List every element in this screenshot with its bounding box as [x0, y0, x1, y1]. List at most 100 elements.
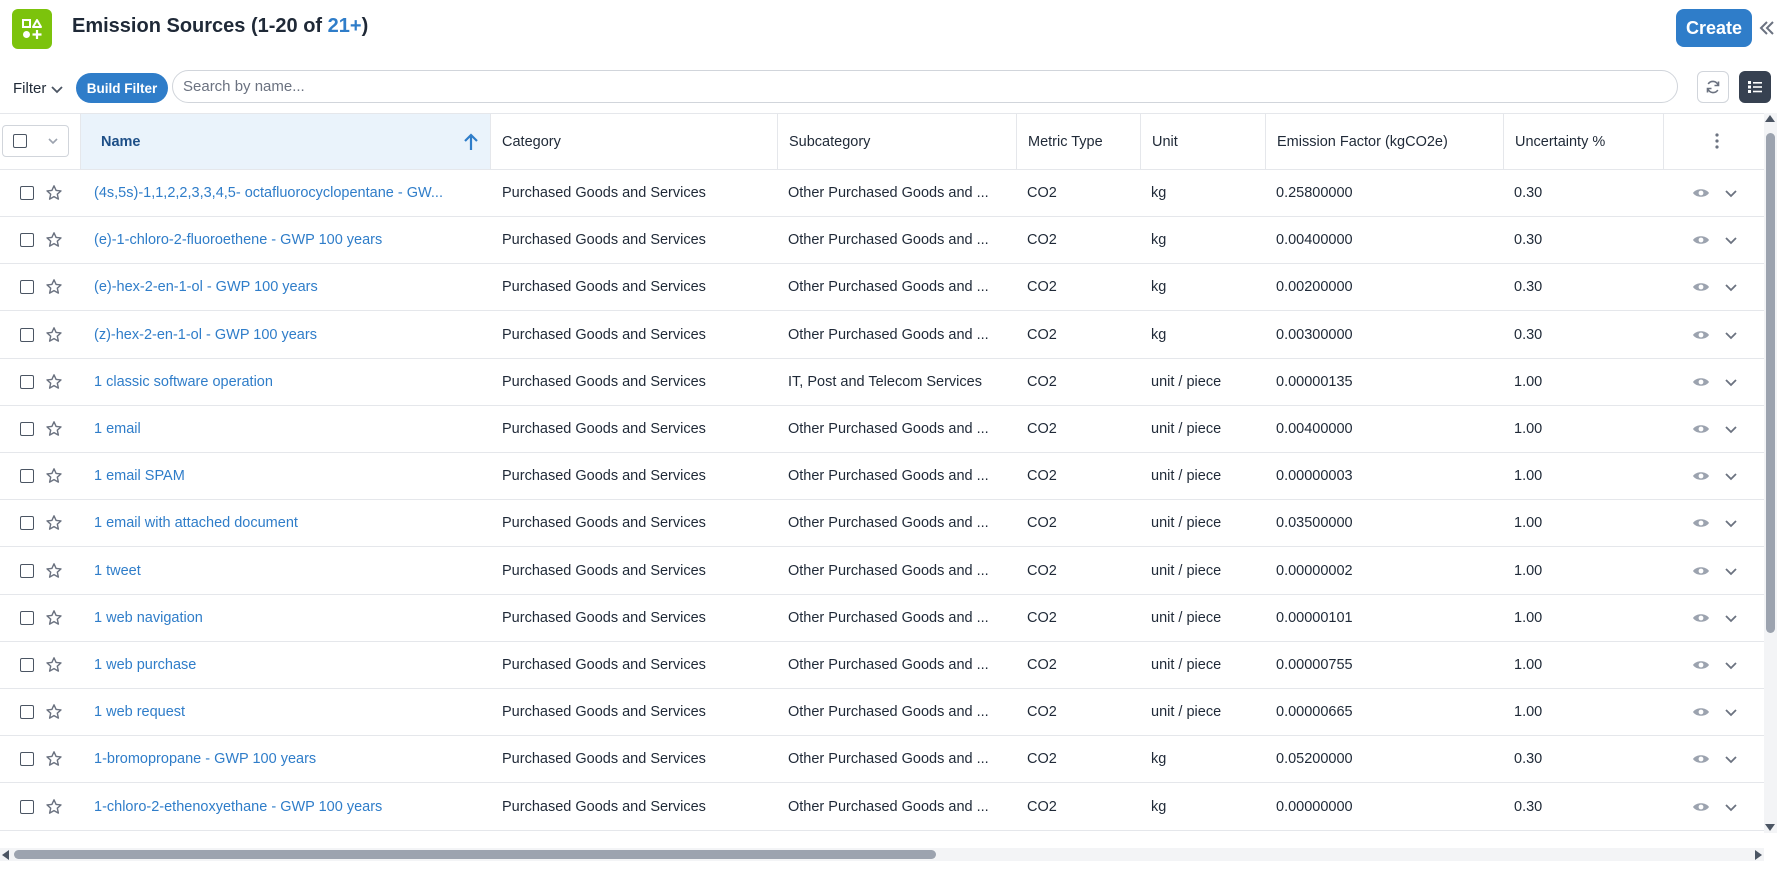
eye-icon[interactable] — [1692, 610, 1710, 626]
source-name-link[interactable]: (e)-1-chloro-2-fluoroethene - GWP 100 ye… — [94, 217, 479, 263]
source-name-link[interactable]: 1-chloro-2-ethenoxyethane - GWP 100 year… — [94, 784, 479, 830]
scroll-up-arrow[interactable] — [1765, 115, 1775, 122]
row-checkbox[interactable] — [20, 516, 34, 531]
row-checkbox[interactable] — [20, 752, 34, 767]
eye-icon[interactable] — [1692, 563, 1710, 579]
apps-grid-icon[interactable] — [12, 9, 52, 49]
star-icon[interactable] — [45, 798, 63, 816]
star-icon[interactable] — [45, 750, 63, 768]
eye-icon[interactable] — [1692, 374, 1710, 390]
row-checkbox[interactable] — [20, 327, 34, 342]
column-header-category[interactable]: Category — [491, 114, 778, 169]
star-icon[interactable] — [45, 562, 63, 580]
chevron-down-icon[interactable] — [1723, 468, 1739, 484]
chevron-down-icon[interactable] — [1723, 751, 1739, 767]
table-row[interactable]: 1 email with attached document Purchased … — [0, 500, 1764, 548]
bulk-actions-dropdown[interactable] — [37, 125, 69, 157]
row-checkbox[interactable] — [20, 374, 34, 389]
eye-icon[interactable] — [1692, 515, 1710, 531]
row-checkbox[interactable] — [20, 705, 34, 720]
table-row[interactable]: 1 tweet Purchased Goods and Services Other… — [0, 548, 1764, 595]
horizontal-scrollbar-thumb[interactable] — [14, 850, 936, 859]
refresh-button[interactable] — [1697, 71, 1729, 103]
scroll-left-arrow[interactable] — [2, 850, 9, 860]
chevron-down-icon[interactable] — [1723, 704, 1739, 720]
chevron-down-icon[interactable] — [1723, 232, 1739, 248]
vertical-scrollbar-thumb[interactable] — [1766, 133, 1775, 633]
table-row[interactable]: 1-chloro-2-ethenoxyethane - GWP 100 year… — [0, 784, 1764, 831]
star-icon[interactable] — [45, 420, 63, 438]
table-row[interactable]: (e)-1-chloro-2-fluoroethene - GWP 100 ye… — [0, 217, 1764, 265]
filter-dropdown[interactable]: Filter — [13, 80, 64, 97]
star-icon[interactable] — [45, 514, 63, 532]
star-icon[interactable] — [45, 326, 63, 344]
eye-icon[interactable] — [1692, 751, 1710, 767]
star-icon[interactable] — [45, 278, 63, 296]
star-icon[interactable] — [45, 609, 63, 627]
column-header-unit[interactable]: Unit — [1141, 114, 1266, 169]
more-vertical-icon[interactable] — [1705, 126, 1729, 156]
table-row[interactable]: 1 web request Purchased Goods and Service… — [0, 689, 1764, 737]
eye-icon[interactable] — [1692, 468, 1710, 484]
eye-icon[interactable] — [1692, 185, 1710, 201]
row-checkbox[interactable] — [20, 658, 34, 672]
eye-icon[interactable] — [1692, 704, 1710, 720]
source-name-link[interactable]: 1 web navigation — [94, 595, 479, 641]
table-row[interactable]: (e)-hex-2-en-1-ol - GWP 100 years Purchas… — [0, 264, 1764, 312]
table-row[interactable]: 1 email Purchased Goods and Services Other… — [0, 406, 1764, 453]
row-checkbox[interactable] — [20, 280, 34, 295]
chevron-down-icon[interactable] — [1723, 374, 1739, 390]
source-name-link[interactable]: 1-bromopropane - GWP 100 years — [94, 736, 479, 782]
chevron-down-icon[interactable] — [1723, 563, 1739, 579]
chevron-down-icon[interactable] — [1723, 610, 1739, 626]
row-checkbox[interactable] — [20, 563, 34, 578]
vertical-scrollbar[interactable] — [1764, 113, 1777, 833]
chevron-down-icon[interactable] — [1723, 327, 1739, 343]
column-header-emission-factor[interactable]: Emission Factor (kgCO2e) — [1266, 114, 1504, 169]
eye-icon[interactable] — [1692, 327, 1710, 343]
star-icon[interactable] — [45, 656, 63, 674]
select-all-checkbox[interactable] — [2, 125, 38, 157]
create-button[interactable]: Create — [1676, 9, 1752, 47]
column-header-metric-type[interactable]: Metric Type — [1017, 114, 1141, 169]
source-name-link[interactable]: 1 email — [94, 406, 479, 452]
build-filter-button[interactable]: Build Filter — [76, 73, 168, 103]
horizontal-scrollbar[interactable] — [0, 848, 1764, 861]
eye-icon[interactable] — [1692, 799, 1710, 815]
search-input[interactable] — [172, 70, 1678, 103]
chevron-down-icon[interactable] — [1723, 799, 1739, 815]
row-checkbox[interactable] — [20, 233, 34, 248]
eye-icon[interactable] — [1692, 279, 1710, 295]
table-row[interactable]: 1 email SPAM Purchased Goods and Services… — [0, 453, 1764, 501]
row-checkbox[interactable] — [20, 186, 34, 200]
scroll-right-arrow[interactable] — [1755, 850, 1762, 860]
sort-ascending-icon[interactable] — [462, 132, 480, 152]
star-icon[interactable] — [45, 467, 63, 485]
eye-icon[interactable] — [1692, 657, 1710, 673]
source-name-link[interactable]: 1 email with attached document — [94, 500, 479, 546]
star-icon[interactable] — [45, 373, 63, 391]
list-view-button[interactable] — [1739, 71, 1771, 103]
table-row[interactable]: 1 web purchase Purchased Goods and Servic… — [0, 642, 1764, 689]
source-name-link[interactable]: 1 email SPAM — [94, 453, 479, 499]
column-header-name[interactable]: Name — [81, 114, 491, 169]
row-checkbox[interactable] — [20, 610, 34, 625]
table-row[interactable]: 1 classic software operation Purchased Go… — [0, 359, 1764, 406]
scroll-down-arrow[interactable] — [1765, 824, 1775, 831]
source-name-link[interactable]: 1 web request — [94, 689, 479, 735]
star-icon[interactable] — [45, 231, 63, 249]
chevron-down-icon[interactable] — [1723, 657, 1739, 673]
row-checkbox[interactable] — [20, 422, 34, 436]
chevron-down-icon[interactable] — [1723, 421, 1739, 437]
eye-icon[interactable] — [1692, 232, 1710, 248]
table-row[interactable]: 1 web navigation Purchased Goods and Serv… — [0, 595, 1764, 642]
star-icon[interactable] — [45, 703, 63, 721]
column-header-subcategory[interactable]: Subcategory — [778, 114, 1017, 169]
eye-icon[interactable] — [1692, 421, 1710, 437]
chevron-down-icon[interactable] — [1723, 185, 1739, 201]
source-name-link[interactable]: (e)-hex-2-en-1-ol - GWP 100 years — [94, 264, 479, 310]
source-name-link[interactable]: 1 classic software operation — [94, 359, 479, 405]
row-checkbox[interactable] — [20, 799, 34, 814]
chevron-down-icon[interactable] — [1723, 279, 1739, 295]
column-header-uncertainty[interactable]: Uncertainty % — [1504, 114, 1664, 169]
